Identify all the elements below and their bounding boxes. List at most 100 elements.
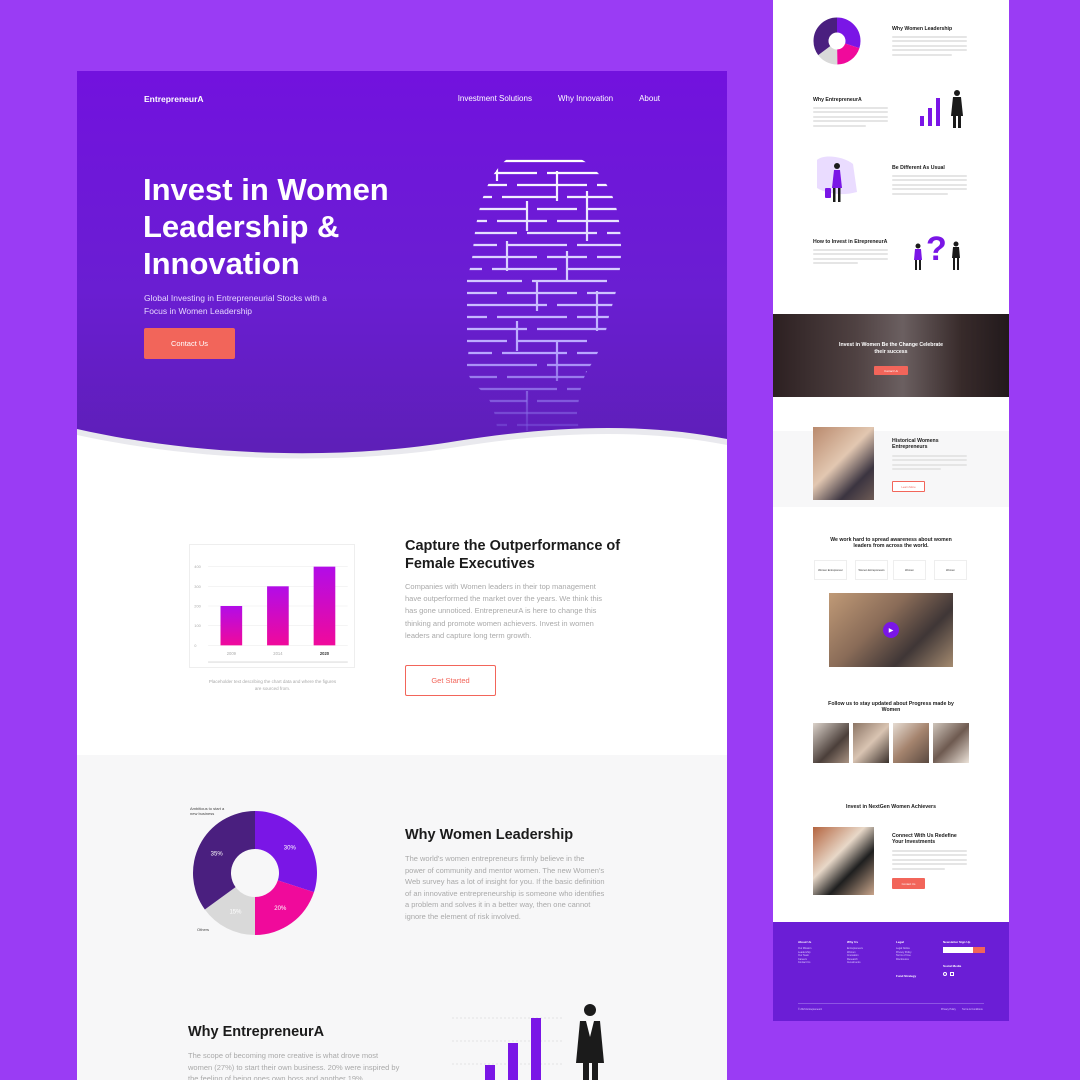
nav-link-why-innovation[interactable]: Why Innovation	[558, 94, 613, 103]
footer-link[interactable]: Investments	[847, 961, 863, 965]
play-icon[interactable]: ▶	[883, 622, 899, 638]
outperformance-body: Companies with Women leaders in their to…	[405, 582, 603, 640]
bar	[313, 566, 336, 646]
donut-value-label: 20%	[274, 906, 287, 912]
x-tick-label: 2020	[320, 651, 330, 656]
why-women-body: The world's women entrepreneurs firmly b…	[405, 854, 605, 921]
social-photo-2[interactable]	[853, 723, 889, 763]
footer-col-1-head: About Us	[798, 940, 812, 944]
footer-link[interactable]: Contact Us	[798, 961, 811, 965]
footer-privacy-link[interactable]: Privacy Policy	[941, 1008, 956, 1011]
chart-caption: Placeholder text describing the chart da…	[208, 679, 337, 691]
y-tick-label: 300	[194, 584, 201, 589]
footer-col-2-list: Entrepreneurs Women Innovation Research …	[847, 947, 863, 965]
footer-col-3-head: Legal	[896, 940, 904, 944]
nextgen-title: Invest in NextGen Women Achievers	[846, 804, 936, 810]
historical-photo	[813, 427, 874, 500]
svg-text:?: ?	[926, 230, 947, 268]
why-entrepreneura-title: Why EntrepreneurA	[188, 1024, 325, 1040]
nextgen-photo	[813, 827, 874, 895]
partner-logo-2: Women Entrepreneurs	[855, 560, 888, 580]
banner-title: Invest in Women Be the Change Celebrate …	[839, 342, 943, 355]
connect-contact-button[interactable]: Contact Us	[892, 878, 925, 889]
footer: About Us Our Mission Leadership Our Team…	[773, 922, 1009, 1021]
banner-photo: Invest in Women Be the Change Celebrate …	[773, 314, 1009, 397]
footer-terms-link[interactable]: Terms & Conditions	[962, 1008, 983, 1011]
donut-note-bottom-left: Others	[197, 927, 210, 932]
y-tick-label: 0	[194, 643, 197, 648]
partner-logo-3: Women	[893, 560, 926, 580]
footer-divider	[798, 1003, 984, 1004]
donut-value-label: 30%	[284, 846, 297, 852]
hero-wave	[77, 427, 727, 471]
historical-section	[773, 431, 1009, 507]
social-photo-4[interactable]	[933, 723, 969, 763]
social-media-head: Social Media	[943, 964, 962, 968]
outperformance-title: Capture the Outperformance of Female Exe…	[405, 538, 621, 572]
bar	[267, 586, 289, 646]
contact-us-button[interactable]: Contact Us	[144, 328, 235, 359]
maze-head-illustration	[467, 159, 622, 439]
side-how-to-invest-text	[813, 249, 888, 267]
footer-col-2-head: Why Us	[847, 940, 859, 944]
hero-section: EntrepreneurA Investment Solutions Why I…	[77, 71, 727, 471]
main-nav: Investment Solutions Why Innovation Abou…	[458, 94, 660, 103]
x-tick-label: 2014	[273, 651, 283, 656]
banner-contact-button[interactable]: Contact Us	[874, 366, 908, 375]
growth-bars-illustration	[452, 1004, 604, 1080]
historical-title: Historical Womens Entrepreneurs	[892, 438, 939, 450]
donut-value-label: 15%	[229, 909, 242, 915]
side-why-women-text	[892, 36, 967, 58]
question-mark-illustration: ?	[914, 230, 960, 270]
instagram-icon[interactable]	[943, 972, 947, 976]
main-mockup: EntrepreneurA Investment Solutions Why I…	[77, 71, 727, 1080]
hero-subtitle: Global Investing in Entrepreneurial Stoc…	[144, 293, 327, 316]
x-tick-label: 2009	[227, 651, 237, 656]
side-growth-illustration	[920, 90, 963, 128]
side-why-women-title: Why Women Leadership	[892, 26, 953, 32]
donut-value-label: 35%	[211, 851, 224, 857]
side-why-entrepreneura-text	[813, 107, 888, 129]
social-photo-1[interactable]	[813, 723, 849, 763]
side-why-entrepreneura-title: Why EntrepreneurA	[813, 97, 862, 103]
travel-illustration	[817, 156, 857, 202]
newsletter-head: Newsletter Sign Up	[943, 940, 971, 944]
connect-text	[892, 850, 967, 872]
side-be-different-text	[892, 175, 967, 197]
get-started-button[interactable]: Get Started	[405, 665, 496, 696]
bar-chart: 0 100 200 300 400 2009 2014 2020	[189, 544, 355, 668]
why-women-section	[77, 755, 727, 1080]
copyright: © 2021 EntrepreneurA	[798, 1008, 822, 1011]
connect-title: Connect With Us Redefine Your Investment…	[892, 833, 957, 845]
newsletter-email-input[interactable]	[943, 947, 973, 953]
hero-title: Invest in Women Leadership & Innovation	[143, 172, 389, 281]
y-tick-label: 200	[194, 603, 201, 608]
donut-chart: 30% 20% 15% 35%	[193, 811, 317, 935]
footer-col-3-list: Legal Notice Privacy Policy Terms of Use…	[896, 947, 912, 961]
y-tick-label: 400	[194, 564, 201, 569]
side-mockup: Why Women Leadership Why EntrepreneurA B…	[773, 0, 1009, 1021]
nav-link-about[interactable]: About	[639, 94, 660, 103]
social-photo-3[interactable]	[893, 723, 929, 763]
why-women-title: Why Women Leadership	[405, 827, 574, 843]
partner-logo-1: Women Entrepreneur	[814, 560, 847, 580]
awareness-title: We work hard to spread awareness about w…	[830, 537, 952, 549]
why-entrepreneura-body: The scope of becoming more creative is w…	[188, 1051, 400, 1080]
footer-link[interactable]: Disclosures	[896, 958, 912, 962]
bar	[220, 606, 243, 646]
facebook-icon[interactable]	[950, 972, 954, 976]
nav-link-investment-solutions[interactable]: Investment Solutions	[458, 94, 532, 103]
footer-col-1-list: Our Mission Leadership Our Team Careers …	[798, 947, 811, 965]
fund-strategy-head: Fund Strategy	[896, 974, 917, 978]
historical-text	[892, 455, 967, 473]
historical-learn-more-button[interactable]: Learn More	[892, 481, 925, 492]
video-thumbnail[interactable]: ▶	[829, 593, 953, 667]
partner-logo-4: Women	[934, 560, 967, 580]
side-how-to-invest-title: How to Invest in EtrepreneurA	[813, 239, 888, 245]
donut-slice	[193, 811, 255, 910]
side-be-different-title: Be Different As Usual	[892, 165, 945, 171]
mini-donut-chart	[813, 17, 861, 65]
donut-note-top-left: Ambitious to start a new business	[190, 806, 225, 816]
newsletter-submit-button[interactable]	[973, 947, 985, 953]
site-logo[interactable]: EntrepreneurA	[144, 94, 204, 104]
